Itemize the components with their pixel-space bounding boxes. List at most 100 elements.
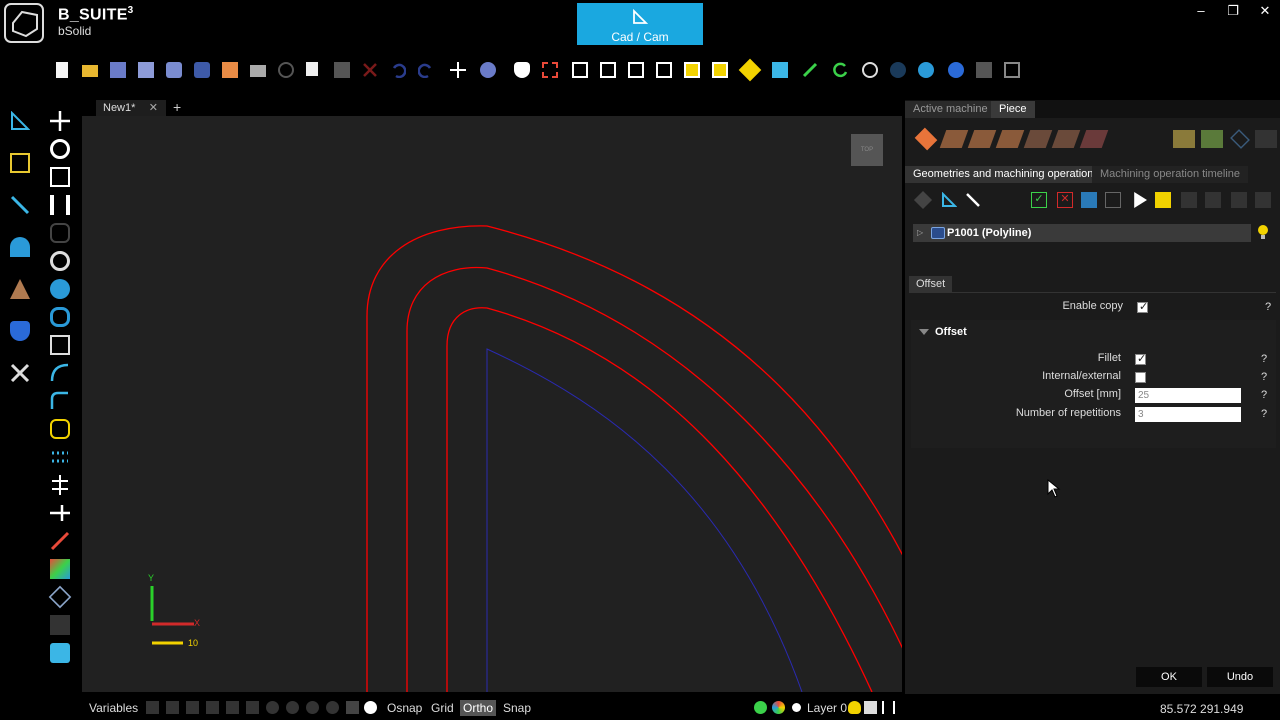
table-icon[interactable] (1105, 192, 1121, 208)
export-op-icon[interactable] (1255, 192, 1271, 208)
save-op-icon[interactable] (1231, 192, 1247, 208)
check-all-icon[interactable]: ✓ (1031, 192, 1047, 208)
copy-op-icon[interactable] (1181, 192, 1197, 208)
piece-pocket-icon[interactable] (995, 130, 1025, 148)
layer-stack-icon[interactable] (913, 190, 933, 210)
tab-timeline[interactable]: Machining operation timeline (1092, 166, 1249, 183)
internal-external-checkbox[interactable] (1135, 372, 1146, 383)
layer-selector[interactable]: Layer 0 (804, 700, 850, 716)
offset-icon[interactable] (47, 416, 73, 442)
expand-arrow-icon[interactable]: ▷ (917, 224, 923, 242)
ortho-toggle[interactable]: Ortho (460, 700, 497, 716)
view-3d-icon[interactable] (768, 58, 792, 82)
close-tab-icon[interactable]: ✕ (149, 100, 158, 116)
tab-geometries[interactable]: Geometries and machining operations (905, 166, 1107, 183)
view-box-3-icon[interactable] (624, 58, 648, 82)
snap-intersection-icon[interactable] (186, 701, 199, 714)
move-cross-icon[interactable] (446, 58, 470, 82)
layer-list-icon[interactable] (882, 701, 895, 714)
offset-mm-input[interactable]: 25 (1135, 388, 1241, 403)
snap-midpoint-icon[interactable] (166, 701, 179, 714)
fillet-icon[interactable] (47, 388, 73, 414)
snap-grid-icon[interactable] (346, 701, 359, 714)
help-enable-copy[interactable]: ? (1265, 301, 1271, 313)
undo-icon[interactable] (386, 58, 410, 82)
view-iso-icon[interactable] (738, 58, 762, 82)
help-repetitions[interactable]: ? (1261, 408, 1267, 420)
tab-active-machine[interactable]: Active machine (905, 101, 996, 118)
minimize-button[interactable]: – (1186, 2, 1216, 20)
draw-mode-icon[interactable] (7, 108, 33, 134)
layer-color-icon[interactable] (754, 701, 767, 714)
undo-button[interactable]: Undo (1207, 667, 1273, 687)
geometry-icon[interactable] (941, 192, 957, 208)
copy-icon[interactable] (302, 58, 326, 82)
new-file-icon[interactable] (50, 58, 74, 82)
snap-tangent-icon[interactable] (226, 701, 239, 714)
rotate-icon[interactable] (47, 136, 73, 162)
trim-icon[interactable] (47, 528, 73, 554)
layout-icon[interactable] (1000, 58, 1024, 82)
add-tab-icon[interactable]: + (173, 99, 181, 115)
view-box-6-icon[interactable] (708, 58, 732, 82)
group-icon[interactable] (47, 220, 73, 246)
ok-button[interactable]: OK (1136, 667, 1202, 687)
shield-icon[interactable] (7, 318, 33, 344)
snap-quadrant-icon[interactable] (286, 701, 299, 714)
lightbulb-icon[interactable] (1257, 224, 1269, 242)
export-icon[interactable] (162, 58, 186, 82)
piece-frame-icon[interactable] (1201, 130, 1223, 148)
document-tab[interactable]: New1* ✕ (96, 100, 166, 116)
view-box-5-icon[interactable] (680, 58, 704, 82)
mirror-icon[interactable] (47, 192, 73, 218)
refresh-list-icon[interactable] (1081, 192, 1097, 208)
z-level-icon[interactable] (47, 332, 73, 358)
refresh-icon[interactable] (828, 58, 852, 82)
redo-icon[interactable] (414, 58, 438, 82)
piece-cut-icon[interactable] (967, 130, 997, 148)
play-icon[interactable] (1134, 192, 1147, 208)
offset-section-title[interactable]: Offset (919, 326, 967, 338)
cube-wire-icon[interactable] (47, 584, 73, 610)
open-folder-icon[interactable] (78, 58, 102, 82)
snap-point-icon[interactable] (326, 701, 339, 714)
move-icon[interactable] (47, 108, 73, 134)
snap-center-icon[interactable] (266, 701, 279, 714)
uncheck-all-icon[interactable]: ✕ (1057, 192, 1073, 208)
snap-nearest-icon[interactable] (246, 701, 259, 714)
view-cube[interactable]: TOP (851, 134, 883, 166)
cut-icon[interactable] (274, 58, 298, 82)
import-icon[interactable] (190, 58, 214, 82)
send-icon[interactable] (218, 58, 242, 82)
link-icon[interactable] (47, 248, 73, 274)
piece-more-icon[interactable] (1255, 130, 1277, 148)
variables-button[interactable]: Variables (86, 700, 141, 716)
folder-icon[interactable] (1155, 192, 1171, 208)
snap-node-icon[interactable] (306, 701, 319, 714)
help-fillet[interactable]: ? (1261, 353, 1267, 365)
snap-perpendicular-icon[interactable] (206, 701, 219, 714)
layer-visible-icon[interactable] (848, 701, 861, 714)
pan-hand-icon[interactable] (510, 58, 534, 82)
delete-icon[interactable] (358, 58, 382, 82)
select-entity-icon[interactable] (7, 150, 33, 176)
zoom-window-icon[interactable] (538, 58, 562, 82)
bucket-icon[interactable] (47, 640, 73, 666)
sphere-dark-icon[interactable] (886, 58, 910, 82)
extend-icon[interactable] (47, 500, 73, 526)
points-icon[interactable] (47, 444, 73, 470)
piece-panel-icon[interactable] (1173, 130, 1195, 148)
paste-op-icon[interactable] (1205, 192, 1221, 208)
crosshair-icon[interactable] (858, 58, 882, 82)
fillet-checkbox[interactable] (1135, 352, 1146, 365)
piece-solid-icon[interactable] (914, 127, 938, 151)
tools-icon[interactable] (7, 360, 33, 386)
piece-edge-icon[interactable] (1051, 130, 1081, 148)
layer-lock-icon[interactable] (864, 701, 877, 714)
measure-tool-icon[interactable] (7, 234, 33, 260)
edit-line-icon[interactable] (7, 192, 33, 218)
cone-tool-icon[interactable] (7, 276, 33, 302)
settings-icon[interactable] (972, 58, 996, 82)
drawing-canvas[interactable]: Y X 10 TOP (82, 116, 902, 692)
maximize-button[interactable]: ❐ (1218, 2, 1248, 20)
